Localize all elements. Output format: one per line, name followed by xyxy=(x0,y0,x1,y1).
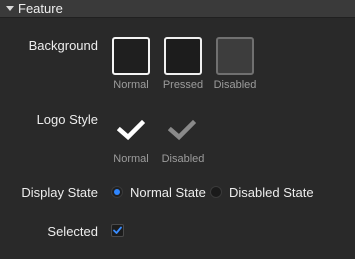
disabled-state-radio[interactable] xyxy=(210,186,222,198)
background-pressed-swatch[interactable] xyxy=(164,37,202,75)
logo-normal-caption: Normal xyxy=(113,153,149,165)
background-disabled-swatch[interactable] xyxy=(216,37,254,75)
selected-checkbox[interactable] xyxy=(111,224,124,237)
disabled-state-label[interactable]: Disabled State xyxy=(229,185,314,200)
logo-style-label: Logo Style xyxy=(36,112,98,127)
checkmark-icon[interactable] xyxy=(117,119,145,141)
logo-disabled-caption: Disabled xyxy=(161,153,205,165)
background-label: Background xyxy=(28,38,98,53)
background-normal-swatch[interactable] xyxy=(112,37,150,75)
background-normal-caption: Normal xyxy=(113,79,149,91)
disclosure-triangle-icon[interactable] xyxy=(6,6,14,11)
checkbox-check-icon xyxy=(113,226,122,234)
normal-state-radio[interactable] xyxy=(111,186,123,198)
feature-section-header[interactable]: Feature xyxy=(0,0,355,18)
normal-state-label[interactable]: Normal State xyxy=(130,185,206,200)
checkmark-disabled-icon[interactable] xyxy=(168,119,196,141)
display-state-label: Display State xyxy=(21,185,98,200)
section-title: Feature xyxy=(18,1,63,16)
background-disabled-caption: Disabled xyxy=(213,79,257,91)
selected-label: Selected xyxy=(47,224,98,239)
background-pressed-caption: Pressed xyxy=(162,79,204,91)
